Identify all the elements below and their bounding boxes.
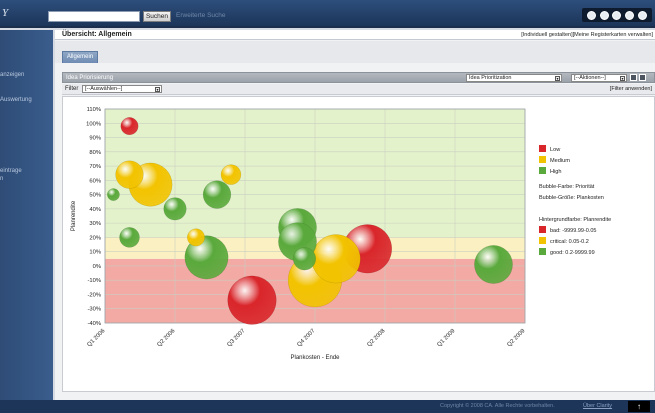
- legend-swatch: [539, 226, 546, 233]
- x-tick-label: Q2 2009: [506, 328, 526, 348]
- view-select[interactable]: Idea Prioritization ▾: [466, 74, 562, 82]
- legend-label: Medium: [550, 158, 570, 164]
- up-arrow-icon[interactable]: ↑: [628, 401, 650, 412]
- chevron-down-icon: ▾: [155, 87, 160, 92]
- configure-icon[interactable]: [639, 74, 646, 81]
- portlet-header: Idea Priorisierung Idea Prioritization ▾…: [62, 72, 655, 83]
- y-tick-label: 40%: [89, 207, 101, 213]
- export-icon[interactable]: [630, 74, 637, 81]
- settings-icon[interactable]: [612, 10, 622, 20]
- y-tick-label: 90%: [89, 136, 101, 142]
- bubble-high: [163, 197, 187, 221]
- x-tick-label: Q1 2009: [436, 328, 456, 348]
- bubble-medium: [115, 160, 144, 189]
- tab-strip: Allgemein: [55, 41, 655, 63]
- y-tick-label: 70%: [89, 164, 101, 170]
- x-tick-label: Q2 2006: [156, 328, 176, 348]
- logout-icon[interactable]: [638, 10, 648, 20]
- portlet-tools: [630, 74, 654, 82]
- actions-select[interactable]: [--Aktionen--] ▾: [571, 74, 627, 82]
- bubble-medium: [220, 164, 242, 185]
- filter-select-value: [--Auswählen--]: [85, 86, 123, 92]
- bubble-chart-container: 110% 100% 90% 80% 70% 60% 50% 40% 30% 20% 10% 0% -10…: [62, 96, 655, 392]
- y-tick-label: 50%: [89, 193, 101, 199]
- sidebar-item[interactable]: anzeigen: [0, 72, 24, 79]
- bubble-high: [119, 227, 140, 248]
- y-axis-label: Planrendite: [71, 200, 77, 231]
- bubble-high: [107, 188, 120, 201]
- x-tick-label: Q4 2007: [296, 328, 316, 348]
- x-tick-label: Q2 2008: [366, 328, 386, 348]
- legend-band-label: bad: -9999.99-0.05: [550, 228, 596, 234]
- y-tick-label: 10%: [89, 250, 101, 256]
- legend-swatch: [539, 156, 546, 163]
- bubble-low: [227, 275, 277, 325]
- y-tick-label: -20%: [87, 292, 101, 298]
- legend-note-color: Bubble-Farbe: Priorität: [539, 184, 595, 190]
- chevron-down-icon: ▾: [620, 76, 625, 81]
- y-tick-label: -40%: [87, 321, 101, 327]
- sidebar-item[interactable]: n: [0, 176, 3, 183]
- legend-swatch: [539, 145, 546, 152]
- y-tick-label: 110%: [87, 107, 101, 113]
- chevron-down-icon: ▾: [555, 76, 560, 81]
- legend-note-size: Bubble-Größe: Plankosten: [539, 195, 604, 201]
- bubble-medium: [187, 228, 205, 247]
- search-button[interactable]: Suchen: [143, 11, 171, 22]
- legend-band-label: critical: 0.05-0.2: [550, 239, 589, 245]
- legend-band-label: good: 0.2-9999.99: [550, 250, 595, 256]
- main-content: Übersicht: Allgemein [Individuell gestal…: [55, 30, 655, 400]
- sidebar-item[interactable]: Auswertung: [0, 97, 32, 104]
- x-tick-label: Q3 2007: [226, 328, 246, 348]
- bubble-low: [120, 117, 139, 136]
- copyright-text: Copyright © 2008 CA. Alle Rechte vorbeha…: [440, 403, 555, 409]
- y-tick-label: 20%: [89, 235, 101, 241]
- x-tick-label: Q1 2006: [86, 328, 106, 348]
- actions-select-value: [--Aktionen--]: [574, 75, 606, 81]
- legend-swatch: [539, 237, 546, 244]
- legend-label: High: [550, 169, 562, 175]
- sidebar-item[interactable]: eintrage: [0, 168, 22, 175]
- bubble-high: [474, 245, 513, 284]
- filter-bar: Filter [--Auswählen--] ▾ [Filter anwende…: [62, 84, 655, 95]
- status-bar: Copyright © 2008 CA. Alle Rechte vorbeha…: [0, 400, 655, 413]
- filter-label: Filter: [65, 86, 79, 92]
- customize-link[interactable]: [Individuell gestalten][Meine Registerka…: [521, 32, 653, 38]
- search-input[interactable]: [48, 11, 140, 22]
- bubble-high: [202, 180, 232, 209]
- legend-swatch: [539, 167, 546, 174]
- filter-select[interactable]: [--Auswählen--] ▾: [82, 85, 162, 93]
- y-tick-label: -30%: [87, 307, 101, 313]
- page-header: Übersicht: Allgemein [Individuell gestal…: [55, 30, 655, 40]
- y-tick-label: -10%: [87, 278, 101, 284]
- sidebar: anzeigen Auswertung eintrage n: [0, 30, 53, 400]
- y-tick-label: 30%: [89, 221, 101, 227]
- tab-allgemein[interactable]: Allgemein: [62, 51, 98, 63]
- legend-background-title: Hintergrundfarbe: Planrendite: [539, 217, 611, 223]
- top-navigation-bar: Y Suchen Erweiterte Suche: [0, 0, 655, 28]
- legend-label: Low: [550, 147, 561, 153]
- bubble-high: [292, 247, 317, 271]
- filter-apply-link[interactable]: [Filter anwenden]: [610, 86, 652, 92]
- y-tick-label: 60%: [89, 178, 101, 184]
- page-title: Übersicht: Allgemein: [62, 31, 132, 38]
- top-icon-group: [582, 8, 652, 22]
- help-icon[interactable]: [586, 10, 596, 20]
- print-icon[interactable]: [599, 10, 609, 20]
- bubble-chart: 110% 100% 90% 80% 70% 60% 50% 40% 30% 20% 10% 0% -10…: [71, 107, 611, 361]
- legend-swatch: [539, 248, 546, 255]
- app-logo: Y: [2, 7, 9, 19]
- x-axis-label: Plankosten - Ende: [290, 355, 340, 361]
- about-link[interactable]: Über Clarity: [583, 403, 612, 409]
- y-tick-label: 80%: [89, 150, 101, 156]
- view-select-value: Idea Prioritization: [469, 75, 512, 81]
- advanced-search-link[interactable]: Erweiterte Suche: [176, 12, 226, 19]
- bubble-medium: [311, 234, 361, 284]
- user-icon[interactable]: [625, 10, 635, 20]
- y-tick-label: 100%: [86, 121, 101, 127]
- portlet-title: Idea Priorisierung: [66, 75, 114, 81]
- y-tick-label: 0%: [93, 264, 101, 270]
